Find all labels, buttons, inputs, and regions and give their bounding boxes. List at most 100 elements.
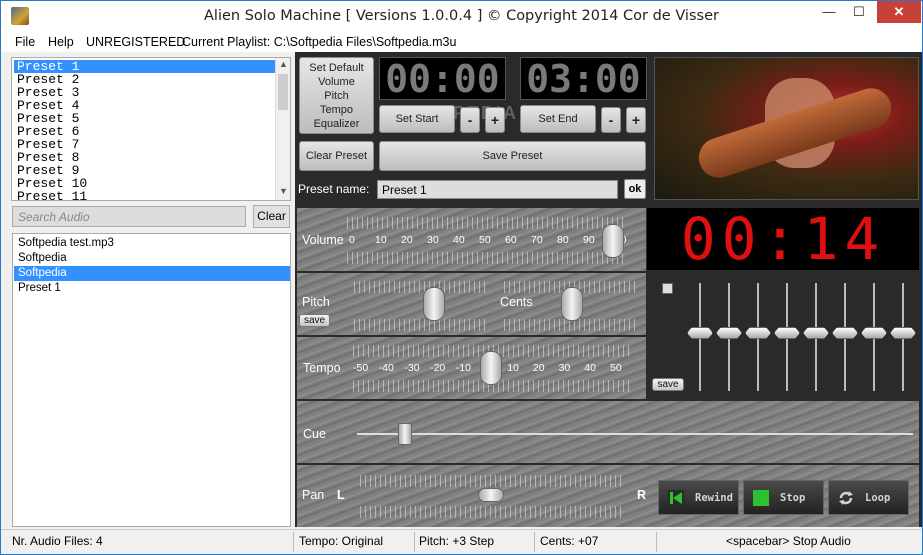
ok-button[interactable]: ok: [624, 179, 646, 199]
loop-button[interactable]: Loop: [828, 480, 909, 515]
equalizer-enable-checkbox[interactable]: [662, 283, 673, 294]
volume-scale-label: 20: [401, 234, 413, 246]
eq-band-slider[interactable]: [861, 327, 887, 339]
scroll-thumb[interactable]: [278, 74, 288, 110]
current-playlist-label: Current Playlist: C:\Softpedia Files\Sof…: [182, 35, 457, 49]
preset-list[interactable]: Preset 1 Preset 2 Preset 3 Preset 4 Preset 5…: [11, 57, 291, 201]
tempo-label: Tempo: [303, 361, 341, 375]
set-default-label: Set Default: [309, 62, 364, 74]
set-start-button[interactable]: Set Start: [379, 105, 455, 133]
set-default-button[interactable]: Set Default Volume Pitch Tempo Equalizer: [299, 57, 374, 134]
clear-search-button[interactable]: Clear: [253, 205, 290, 228]
start-time-display: 00:00: [379, 57, 506, 101]
volume-scale-label: 10: [375, 234, 387, 246]
preset-name-field[interactable]: Preset 1: [377, 180, 618, 199]
menu-bar: File Help UNREGISTERED Current Playlist:…: [1, 32, 922, 52]
playback-time-display: 00:14: [647, 208, 919, 270]
tempo-scale-label: 30: [558, 362, 571, 374]
volume-scale-label: 40: [453, 234, 465, 246]
volume-ticks-top: [347, 217, 627, 229]
eq-band-slider[interactable]: [832, 327, 858, 339]
status-pitch: Pitch: +3 Step: [419, 534, 495, 548]
pan-ticks-bottom: [360, 506, 625, 518]
eq-band-slider[interactable]: [687, 327, 713, 339]
menu-unregistered[interactable]: UNREGISTERED: [86, 35, 185, 49]
minimize-button[interactable]: —: [814, 1, 844, 23]
preset-name-label: Preset name:: [298, 182, 370, 196]
volume-scale-label: 60: [505, 234, 517, 246]
volume-scale-label: 50: [479, 234, 491, 246]
eq-band-slider[interactable]: [716, 327, 742, 339]
end-minus-button[interactable]: -: [601, 107, 621, 133]
tempo-scale-label: 50: [610, 362, 622, 374]
end-time-display: 03:00: [520, 57, 647, 101]
set-default-pitch: Pitch: [324, 90, 349, 102]
loop-icon: [839, 491, 853, 505]
save-preset-button[interactable]: Save Preset: [379, 141, 646, 171]
eq-band-slider[interactable]: [774, 327, 800, 339]
eq-band-slider[interactable]: [890, 327, 916, 339]
cue-track[interactable]: [357, 433, 913, 435]
pitch-ticks-top: [354, 281, 489, 293]
close-button[interactable]: ✕: [877, 1, 921, 23]
cue-slider[interactable]: [398, 423, 412, 445]
volume-scale-label: 0: [349, 234, 355, 246]
audio-list-item[interactable]: Softpedia: [14, 266, 290, 281]
window-title: Alien Solo Machine [ Versions 1.0.0.4 ] …: [204, 8, 719, 24]
status-tempo: Tempo: Original: [299, 534, 384, 548]
audio-list-item[interactable]: Softpedia test.mp3: [14, 236, 290, 251]
guitar-photo: [654, 57, 919, 200]
title-bar: Alien Solo Machine [ Versions 1.0.0.4 ] …: [1, 1, 922, 32]
scroll-up-icon[interactable]: ▲: [276, 59, 290, 69]
stop-icon: [753, 490, 769, 506]
pitch-ticks-bottom: [354, 319, 489, 331]
tempo-scale-label: 40: [584, 362, 596, 374]
equalizer-panel: save: [647, 273, 919, 397]
set-default-equalizer: Equalizer: [313, 118, 360, 130]
menu-help[interactable]: Help: [48, 35, 74, 49]
audio-list-item[interactable]: Softpedia: [14, 251, 290, 266]
set-end-button[interactable]: Set End: [520, 105, 596, 133]
tempo-scale-label: 20: [532, 362, 545, 374]
tempo-slider[interactable]: [480, 351, 502, 385]
menu-file[interactable]: File: [15, 35, 35, 49]
set-default-volume: Volume: [318, 76, 355, 88]
cents-slider[interactable]: [561, 287, 583, 321]
pitch-save-button[interactable]: save: [299, 314, 330, 327]
scroll-down-icon[interactable]: ▼: [276, 186, 290, 196]
audio-list-item[interactable]: Preset 1: [14, 281, 290, 296]
clear-preset-button[interactable]: Clear Preset: [299, 141, 374, 171]
end-plus-button[interactable]: +: [626, 107, 646, 133]
preset-scrollbar[interactable]: ▲ ▼: [275, 58, 290, 200]
stop-button[interactable]: Stop: [743, 480, 824, 515]
maximize-button[interactable]: ☐: [844, 1, 874, 23]
rewind-button[interactable]: Rewind: [658, 480, 739, 515]
tempo-scale-label: -40: [378, 362, 394, 374]
volume-scale-label: 90: [583, 234, 595, 246]
cents-label: Cents: [500, 295, 533, 309]
volume-label: Volume: [302, 233, 344, 247]
tempo-scale-label: -20: [430, 362, 446, 374]
loop-label: Loop: [865, 492, 891, 504]
status-bar: Nr. Audio Files: 4 Tempo: Original Pitch…: [1, 529, 922, 554]
pitch-slider[interactable]: [423, 287, 445, 321]
pan-slider[interactable]: [478, 488, 504, 502]
eq-band-slider[interactable]: [745, 327, 771, 339]
search-input[interactable]: Search Audio: [12, 206, 246, 227]
eq-band-slider[interactable]: [803, 327, 829, 339]
start-plus-button[interactable]: +: [485, 107, 505, 133]
volume-slider[interactable]: [602, 224, 624, 258]
tempo-scale-label: 10: [507, 362, 519, 374]
audio-file-list[interactable]: Softpedia test.mp3 Softpedia Softpedia Pres…: [12, 233, 291, 527]
status-cents: Cents: +07: [540, 534, 599, 548]
rewind-icon: [668, 490, 684, 506]
volume-scale-label: 70: [531, 234, 543, 246]
set-default-tempo: Tempo: [319, 104, 354, 116]
cue-label: Cue: [303, 427, 326, 441]
volume-scale-label: 30: [427, 234, 439, 246]
equalizer-save-button[interactable]: save: [652, 378, 684, 391]
start-minus-button[interactable]: -: [460, 107, 480, 133]
pan-label: Pan: [302, 488, 325, 502]
preset-item[interactable]: Preset 11: [14, 190, 276, 200]
status-audio-count: Nr. Audio Files: 4: [12, 534, 103, 548]
